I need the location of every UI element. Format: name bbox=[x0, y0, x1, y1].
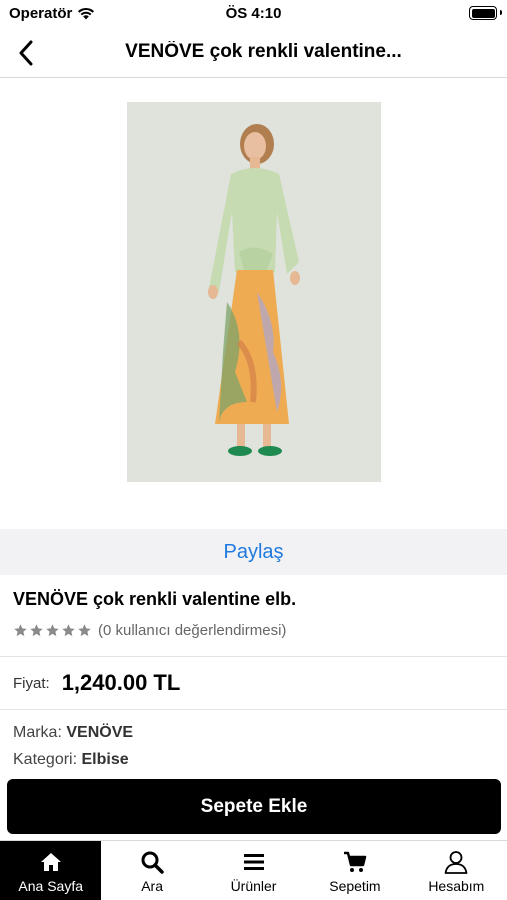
rating-count: (0 kullanıcı değerlendirmesi) bbox=[98, 622, 287, 639]
brand-label: Marka: bbox=[13, 724, 62, 741]
tab-label: Ana Sayfa bbox=[18, 878, 83, 894]
price-value: 1,240.00 TL bbox=[61, 670, 181, 695]
tab-label: Sepetim bbox=[329, 878, 381, 894]
tab-label: Ara bbox=[141, 878, 163, 894]
back-button[interactable] bbox=[8, 35, 44, 71]
search-icon bbox=[141, 851, 164, 874]
tab-search[interactable]: Ara bbox=[101, 841, 202, 900]
cart-icon bbox=[343, 851, 367, 872]
product-name: VENÖVE çok renkli valentine elb. bbox=[13, 589, 297, 609]
product-image[interactable] bbox=[127, 102, 381, 482]
product-info: VENÖVE çok renkli valentine elb. (0 kull… bbox=[0, 575, 507, 657]
star-icon bbox=[14, 624, 27, 637]
brand-row: Marka: VENÖVE bbox=[13, 724, 133, 742]
star-icon bbox=[46, 624, 59, 637]
tab-cart[interactable]: Sepetim bbox=[304, 841, 405, 900]
chevron-left-icon bbox=[19, 40, 33, 66]
battery-icon bbox=[469, 6, 497, 20]
price-row: Fiyat: 1,240.00 TL bbox=[0, 657, 507, 710]
rating-row[interactable]: (0 kullanıcı değerlendirmesi) bbox=[13, 622, 286, 639]
tab-label: Hesabım bbox=[428, 878, 485, 894]
add-to-cart-button[interactable]: Sepete Ekle bbox=[7, 779, 501, 834]
clock: ÖS 4:10 bbox=[225, 5, 282, 22]
rating-stars bbox=[13, 623, 92, 638]
navigation-bar: VENÖVE çok renkli valentine... bbox=[0, 28, 507, 78]
brand-value: VENÖVE bbox=[66, 724, 134, 741]
product-meta: Marka: VENÖVE Kategori: Elbise bbox=[0, 711, 507, 777]
menu-icon bbox=[243, 854, 264, 870]
share-button[interactable]: Paylaş bbox=[223, 541, 283, 564]
category-label: Kategori: bbox=[13, 751, 78, 768]
tab-bar: Ana Sayfa Ara Ürünler Sepetim Hesabım bbox=[0, 840, 507, 900]
page-title: VENÖVE çok renkli valentine... bbox=[125, 41, 402, 62]
tab-label: Ürünler bbox=[230, 878, 277, 894]
tab-home[interactable]: Ana Sayfa bbox=[0, 841, 102, 900]
category-row: Kategori: Elbise bbox=[13, 751, 129, 769]
tab-account[interactable]: Hesabım bbox=[406, 841, 507, 900]
home-icon bbox=[40, 853, 61, 871]
star-icon bbox=[30, 624, 43, 637]
status-bar: Operatör ÖS 4:10 bbox=[0, 0, 507, 28]
tab-products[interactable]: Ürünler bbox=[203, 841, 304, 900]
product-image-area bbox=[0, 79, 507, 529]
category-value: Elbise bbox=[81, 751, 129, 768]
star-icon bbox=[62, 624, 75, 637]
price-label: Fiyat: bbox=[13, 674, 50, 692]
star-icon bbox=[78, 624, 91, 637]
user-icon bbox=[444, 851, 468, 874]
share-bar: Paylaş bbox=[0, 529, 507, 575]
